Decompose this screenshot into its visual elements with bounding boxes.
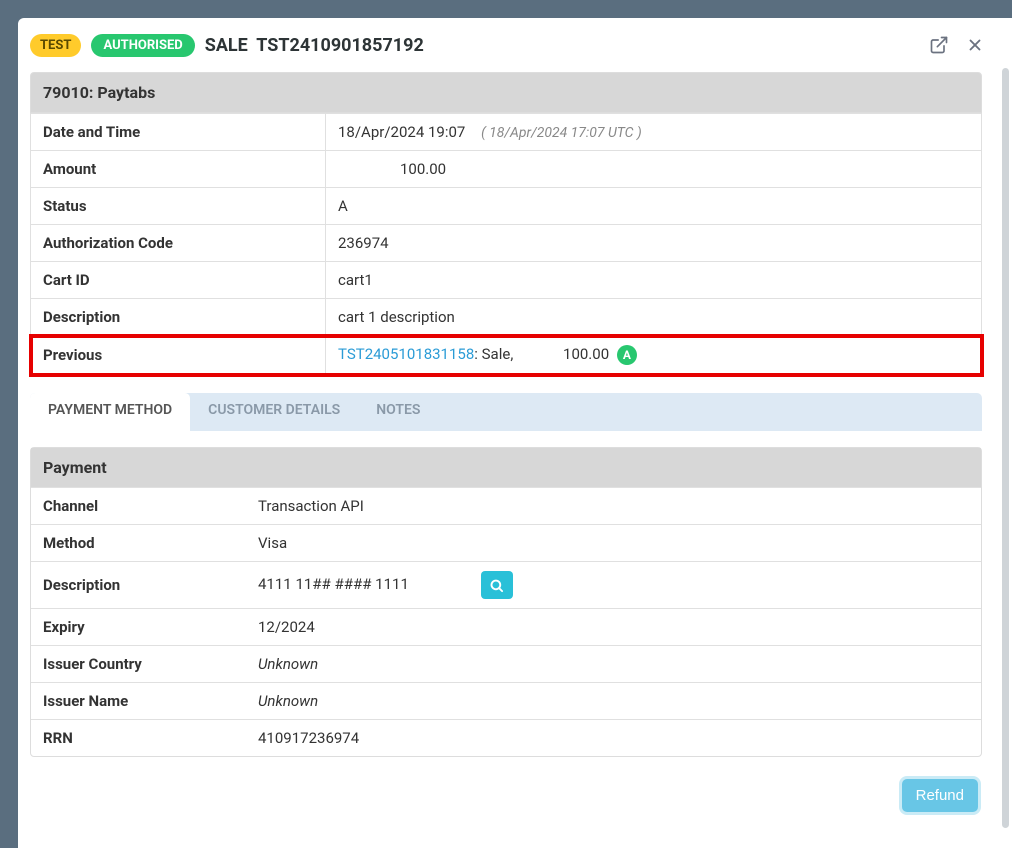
desc-label: Description [31, 299, 326, 336]
transaction-id: TST2410901857192 [256, 35, 424, 56]
test-badge: TEST [30, 34, 81, 57]
modal-footer: Refund [30, 757, 982, 812]
date-value: 18/Apr/2024 19:07 ( 18/Apr/2024 17:07 UT… [326, 114, 982, 151]
payment-section: Payment Channel Transaction API Method V… [30, 447, 982, 757]
tab-notes[interactable]: NOTES [358, 393, 438, 431]
issuer-name-value: Unknown [246, 683, 981, 720]
rrn-value: 410917236974 [246, 720, 981, 757]
date-label: Date and Time [31, 114, 326, 151]
table-row: Description 4111 11## #### 1111 [31, 562, 981, 609]
payment-desc-label: Description [31, 562, 246, 609]
payment-desc-value: 4111 11## #### 1111 [246, 562, 981, 609]
table-row: Cart ID cart1 [31, 262, 982, 299]
channel-value: Transaction API [246, 488, 981, 525]
merchant-header: 79010: Paytabs [30, 72, 982, 113]
table-row: Expiry 12/2024 [31, 609, 981, 646]
payment-table: Channel Transaction API Method Visa Desc… [31, 487, 981, 756]
table-row: Issuer Country Unknown [31, 646, 981, 683]
search-icon[interactable] [481, 571, 513, 599]
table-row: Description cart 1 description [31, 299, 982, 336]
transaction-modal: TEST AUTHORISED SALE TST2410901857192 79… [18, 18, 1012, 848]
tab-payment-method[interactable]: PAYMENT METHOD [30, 393, 190, 431]
table-row: Authorization Code 236974 [31, 225, 982, 262]
date-utc: ( 18/Apr/2024 17:07 UTC ) [481, 125, 642, 141]
table-row: RRN 410917236974 [31, 720, 981, 757]
payment-header: Payment [31, 448, 981, 487]
modal-content: 79010: Paytabs Date and Time 18/Apr/2024… [26, 72, 988, 826]
tabs: PAYMENT METHOD CUSTOMER DETAILS NOTES [30, 393, 982, 431]
auth-label: Authorization Code [31, 225, 326, 262]
refund-button[interactable]: Refund [902, 779, 978, 812]
channel-label: Channel [31, 488, 246, 525]
expiry-label: Expiry [31, 609, 246, 646]
sale-title: SALE TST2410901857192 [205, 35, 424, 56]
table-row: Date and Time 18/Apr/2024 19:07 ( 18/Apr… [31, 114, 982, 151]
table-row: Status A [31, 188, 982, 225]
amount-label: Amount [31, 151, 326, 188]
details-table: Date and Time 18/Apr/2024 19:07 ( 18/Apr… [30, 113, 982, 375]
modal-header: TEST AUTHORISED SALE TST2410901857192 [26, 32, 988, 58]
table-row: Method Visa [31, 525, 981, 562]
amount-value: 100.00 [326, 151, 982, 188]
table-row: Issuer Name Unknown [31, 683, 981, 720]
method-value: Visa [246, 525, 981, 562]
issuer-name-label: Issuer Name [31, 683, 246, 720]
sale-label: SALE [205, 35, 248, 56]
status-label: Status [31, 188, 326, 225]
close-icon[interactable] [962, 32, 988, 58]
expiry-value: 12/2024 [246, 609, 981, 646]
tab-customer-details[interactable]: CUSTOMER DETAILS [190, 393, 358, 431]
scrollbar[interactable] [1002, 68, 1009, 828]
cart-value: cart1 [326, 262, 982, 299]
status-value: A [326, 188, 982, 225]
previous-amount: 100.00 [563, 345, 609, 363]
authorised-badge: AUTHORISED [91, 34, 194, 57]
desc-value: cart 1 description [326, 299, 982, 336]
previous-value: TST2405101831158: Sale, 100.00 A [326, 336, 982, 375]
table-row: Channel Transaction API [31, 488, 981, 525]
rrn-label: RRN [31, 720, 246, 757]
previous-tx-link[interactable]: TST2405101831158 [338, 345, 474, 363]
previous-label: Previous [31, 336, 326, 375]
issuer-country-value: Unknown [246, 646, 981, 683]
table-row: Amount 100.00 [31, 151, 982, 188]
method-label: Method [31, 525, 246, 562]
issuer-country-label: Issuer Country [31, 646, 246, 683]
auth-value: 236974 [326, 225, 982, 262]
status-badge: A [617, 345, 637, 365]
share-icon[interactable] [926, 32, 952, 58]
cart-label: Cart ID [31, 262, 326, 299]
previous-row: Previous TST2405101831158: Sale, 100.00 … [31, 336, 982, 375]
